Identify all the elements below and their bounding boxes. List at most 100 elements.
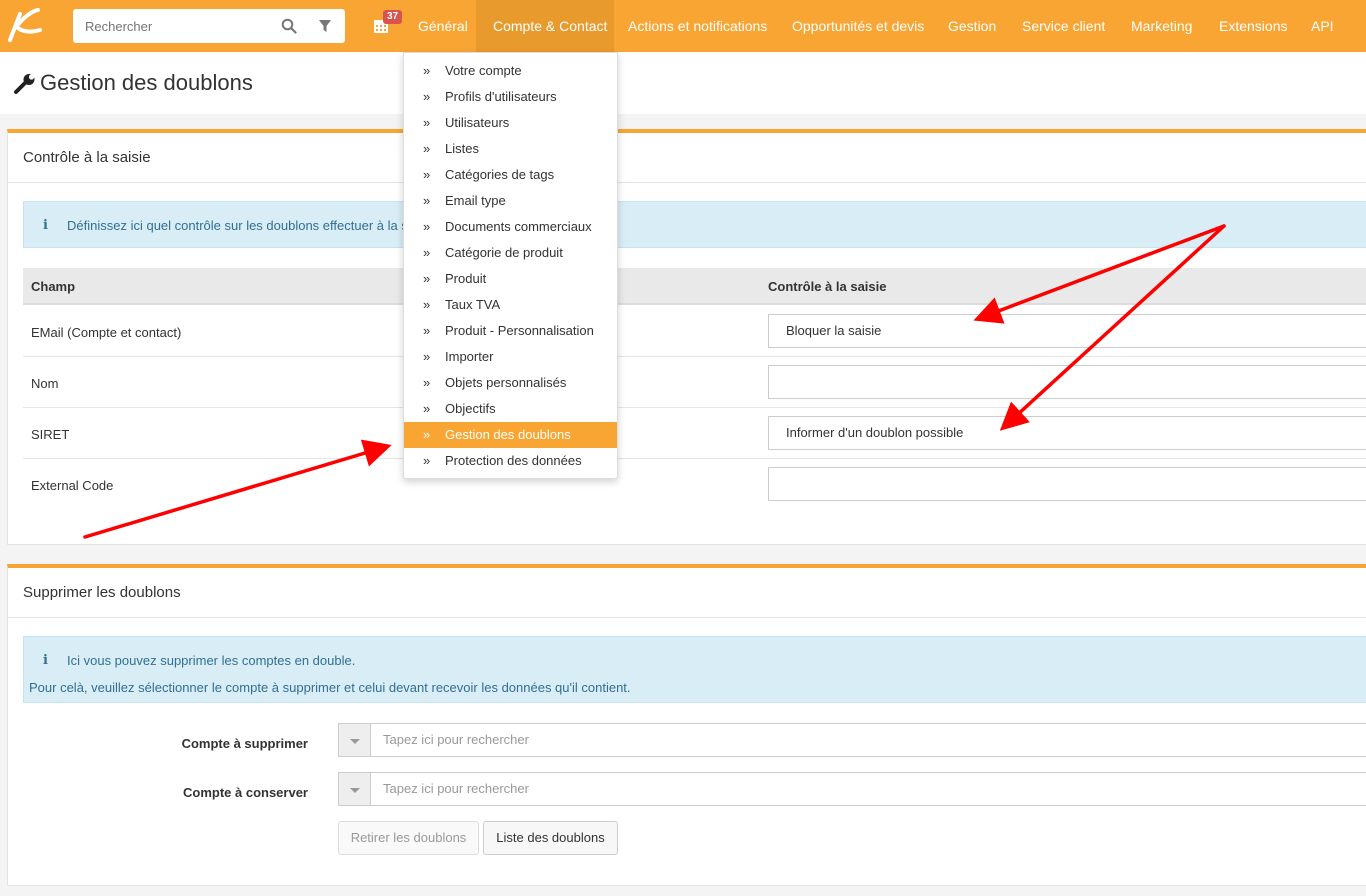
row-label-nom: Nom xyxy=(31,376,59,391)
chevron-right-icon: » xyxy=(423,167,431,182)
table-header: Champ Contrôle à la saisie xyxy=(23,268,1366,305)
controle-select-nom[interactable] xyxy=(768,365,1366,399)
nav-compte-contact[interactable]: Compte & Contact xyxy=(476,0,614,52)
chevron-right-icon: » xyxy=(423,453,431,468)
menu-item-label: Utilisateurs xyxy=(445,115,510,130)
chevron-right-icon: » xyxy=(423,349,431,364)
caret-down-icon xyxy=(350,739,360,744)
nav-actions-notifications[interactable]: Actions et notifications xyxy=(628,0,767,52)
controle-select-external-code[interactable] xyxy=(768,467,1366,501)
table-row-divider xyxy=(23,407,1366,408)
compte-conserver-toggle[interactable] xyxy=(338,772,371,806)
liste-doublons-button[interactable]: Liste des doublons xyxy=(483,821,618,855)
info-text-line2: Pour celà, veuillez sélectionner le comp… xyxy=(29,680,631,695)
panel-title: Supprimer les doublons xyxy=(23,584,181,601)
filter-icon[interactable] xyxy=(318,19,332,33)
chevron-right-icon: » xyxy=(423,401,431,416)
compte-supprimer-toggle[interactable] xyxy=(338,723,371,757)
chevron-right-icon: » xyxy=(423,193,431,208)
col-champ: Champ xyxy=(31,279,76,294)
menu-item-listes[interactable]: » Listes xyxy=(404,136,617,162)
nav-opportunites-devis[interactable]: Opportunités et devis xyxy=(792,0,924,52)
menu-item-label: Listes xyxy=(445,141,479,156)
menu-item-produit[interactable]: » Produit xyxy=(404,266,617,292)
menu-item-categorie-produit[interactable]: » Catégorie de produit xyxy=(404,240,617,266)
compte-conserver-input[interactable]: Tapez ici pour rechercher xyxy=(371,772,1366,806)
row-label-email: EMail (Compte et contact) xyxy=(31,325,182,340)
menu-item-produit-personnalisation[interactable]: » Produit - Personnalisation xyxy=(404,318,617,344)
chevron-right-icon: » xyxy=(423,375,431,390)
menu-item-label: Produit xyxy=(445,271,487,286)
chevron-right-icon: » xyxy=(423,297,431,312)
menu-item-protection-donnees[interactable]: » Protection des données xyxy=(404,448,617,474)
chevron-right-icon: » xyxy=(423,115,431,130)
app-logo[interactable] xyxy=(0,0,52,52)
menu-item-label: Email type xyxy=(445,193,506,208)
chevron-right-icon: » xyxy=(423,427,431,442)
chevron-right-icon: » xyxy=(423,245,431,260)
row-label-external-code: External Code xyxy=(31,478,114,493)
menu-item-label: Catégorie de produit xyxy=(445,245,563,260)
menu-item-documents-commerciaux[interactable]: » Documents commerciaux xyxy=(404,214,617,240)
menu-item-label: Documents commerciaux xyxy=(445,219,592,234)
info-alert: i Définissez ici quel contrôle sur les d… xyxy=(23,201,1366,248)
menu-item-objectifs[interactable]: » Objectifs xyxy=(404,396,617,422)
page-title: Gestion des doublons xyxy=(40,70,253,95)
menu-item-label: Protection des données xyxy=(445,453,582,468)
chevron-right-icon: » xyxy=(423,89,431,104)
info-icon: i xyxy=(43,218,48,233)
table-row-divider xyxy=(23,356,1366,357)
top-navbar: 37 Général Compte & Contact Actions et n… xyxy=(0,0,1366,52)
nav-service-client[interactable]: Service client xyxy=(1022,0,1105,52)
menu-item-profils-utilisateurs[interactable]: » Profils d'utilisateurs xyxy=(404,84,617,110)
search-icon[interactable] xyxy=(281,18,297,34)
row-label-siret: SIRET xyxy=(31,427,70,442)
nav-marketing[interactable]: Marketing xyxy=(1131,0,1192,52)
controle-select-email[interactable]: Bloquer la saisie xyxy=(768,314,1366,348)
nav-extensions[interactable]: Extensions xyxy=(1219,0,1287,52)
chevron-right-icon: » xyxy=(423,63,431,78)
menu-item-label: Objets personnalisés xyxy=(445,375,567,390)
controle-select-siret[interactable]: Informer d'un doublon possible xyxy=(768,416,1366,450)
nav-api[interactable]: API xyxy=(1311,0,1334,52)
menu-item-utilisateurs[interactable]: » Utilisateurs xyxy=(404,110,617,136)
menu-item-categories-tags[interactable]: » Catégories de tags xyxy=(404,162,617,188)
info-text-line1: Ici vous pouvez supprimer les comptes en… xyxy=(67,653,356,668)
nav-general[interactable]: Général xyxy=(404,0,476,52)
chevron-right-icon: » xyxy=(423,219,431,234)
menu-item-label: Importer xyxy=(445,349,494,364)
retirer-doublons-button[interactable]: Retirer les doublons xyxy=(338,821,479,855)
calendar-badge: 37 xyxy=(383,10,403,24)
menu-item-email-type[interactable]: » Email type xyxy=(404,188,617,214)
chevron-right-icon: » xyxy=(423,323,431,338)
global-search xyxy=(73,9,345,43)
menu-item-objets-personnalises[interactable]: » Objets personnalisés xyxy=(404,370,617,396)
chevron-right-icon: » xyxy=(423,271,431,286)
search-input[interactable] xyxy=(73,9,273,43)
panel-header: Supprimer les doublons xyxy=(8,568,1366,618)
menu-item-gestion-doublons[interactable]: » Gestion des doublons xyxy=(404,422,617,448)
menu-item-votre-compte[interactable]: » Votre compte xyxy=(404,58,617,84)
info-text: Définissez ici quel contrôle sur les dou… xyxy=(67,218,408,233)
compte-supprimer-input[interactable]: Tapez ici pour rechercher xyxy=(371,723,1366,757)
menu-item-label: Taux TVA xyxy=(445,297,501,312)
compte-contact-dropdown: » Votre compte » Profils d'utilisateurs » U… xyxy=(403,52,618,479)
chevron-right-icon: » xyxy=(423,141,431,156)
panel-header: Contrôle à la saisie xyxy=(8,133,1366,183)
info-icon: i xyxy=(43,653,48,668)
compte-conserver-label: Compte à conserver xyxy=(183,785,308,800)
controle-saisie-panel: Contrôle à la saisie i Définissez ici qu… xyxy=(7,129,1366,545)
menu-item-label: Objectifs xyxy=(445,401,496,416)
nav-gestion[interactable]: Gestion xyxy=(948,0,996,52)
menu-item-importer[interactable]: » Importer xyxy=(404,344,617,370)
menu-item-label: Produit - Personnalisation xyxy=(445,323,594,338)
menu-item-label: Catégories de tags xyxy=(445,167,555,182)
menu-item-label: Profils d'utilisateurs xyxy=(445,89,557,104)
info-alert: i Ici vous pouvez supprimer les comptes … xyxy=(23,636,1366,703)
menu-item-label: Votre compte xyxy=(445,63,522,78)
supprimer-doublons-panel: Supprimer les doublons i Ici vous pouvez… xyxy=(7,564,1366,886)
panel-title: Contrôle à la saisie xyxy=(23,149,151,166)
table-row-divider xyxy=(23,458,1366,459)
menu-item-label: Gestion des doublons xyxy=(445,427,571,442)
menu-item-taux-tva[interactable]: » Taux TVA xyxy=(404,292,617,318)
